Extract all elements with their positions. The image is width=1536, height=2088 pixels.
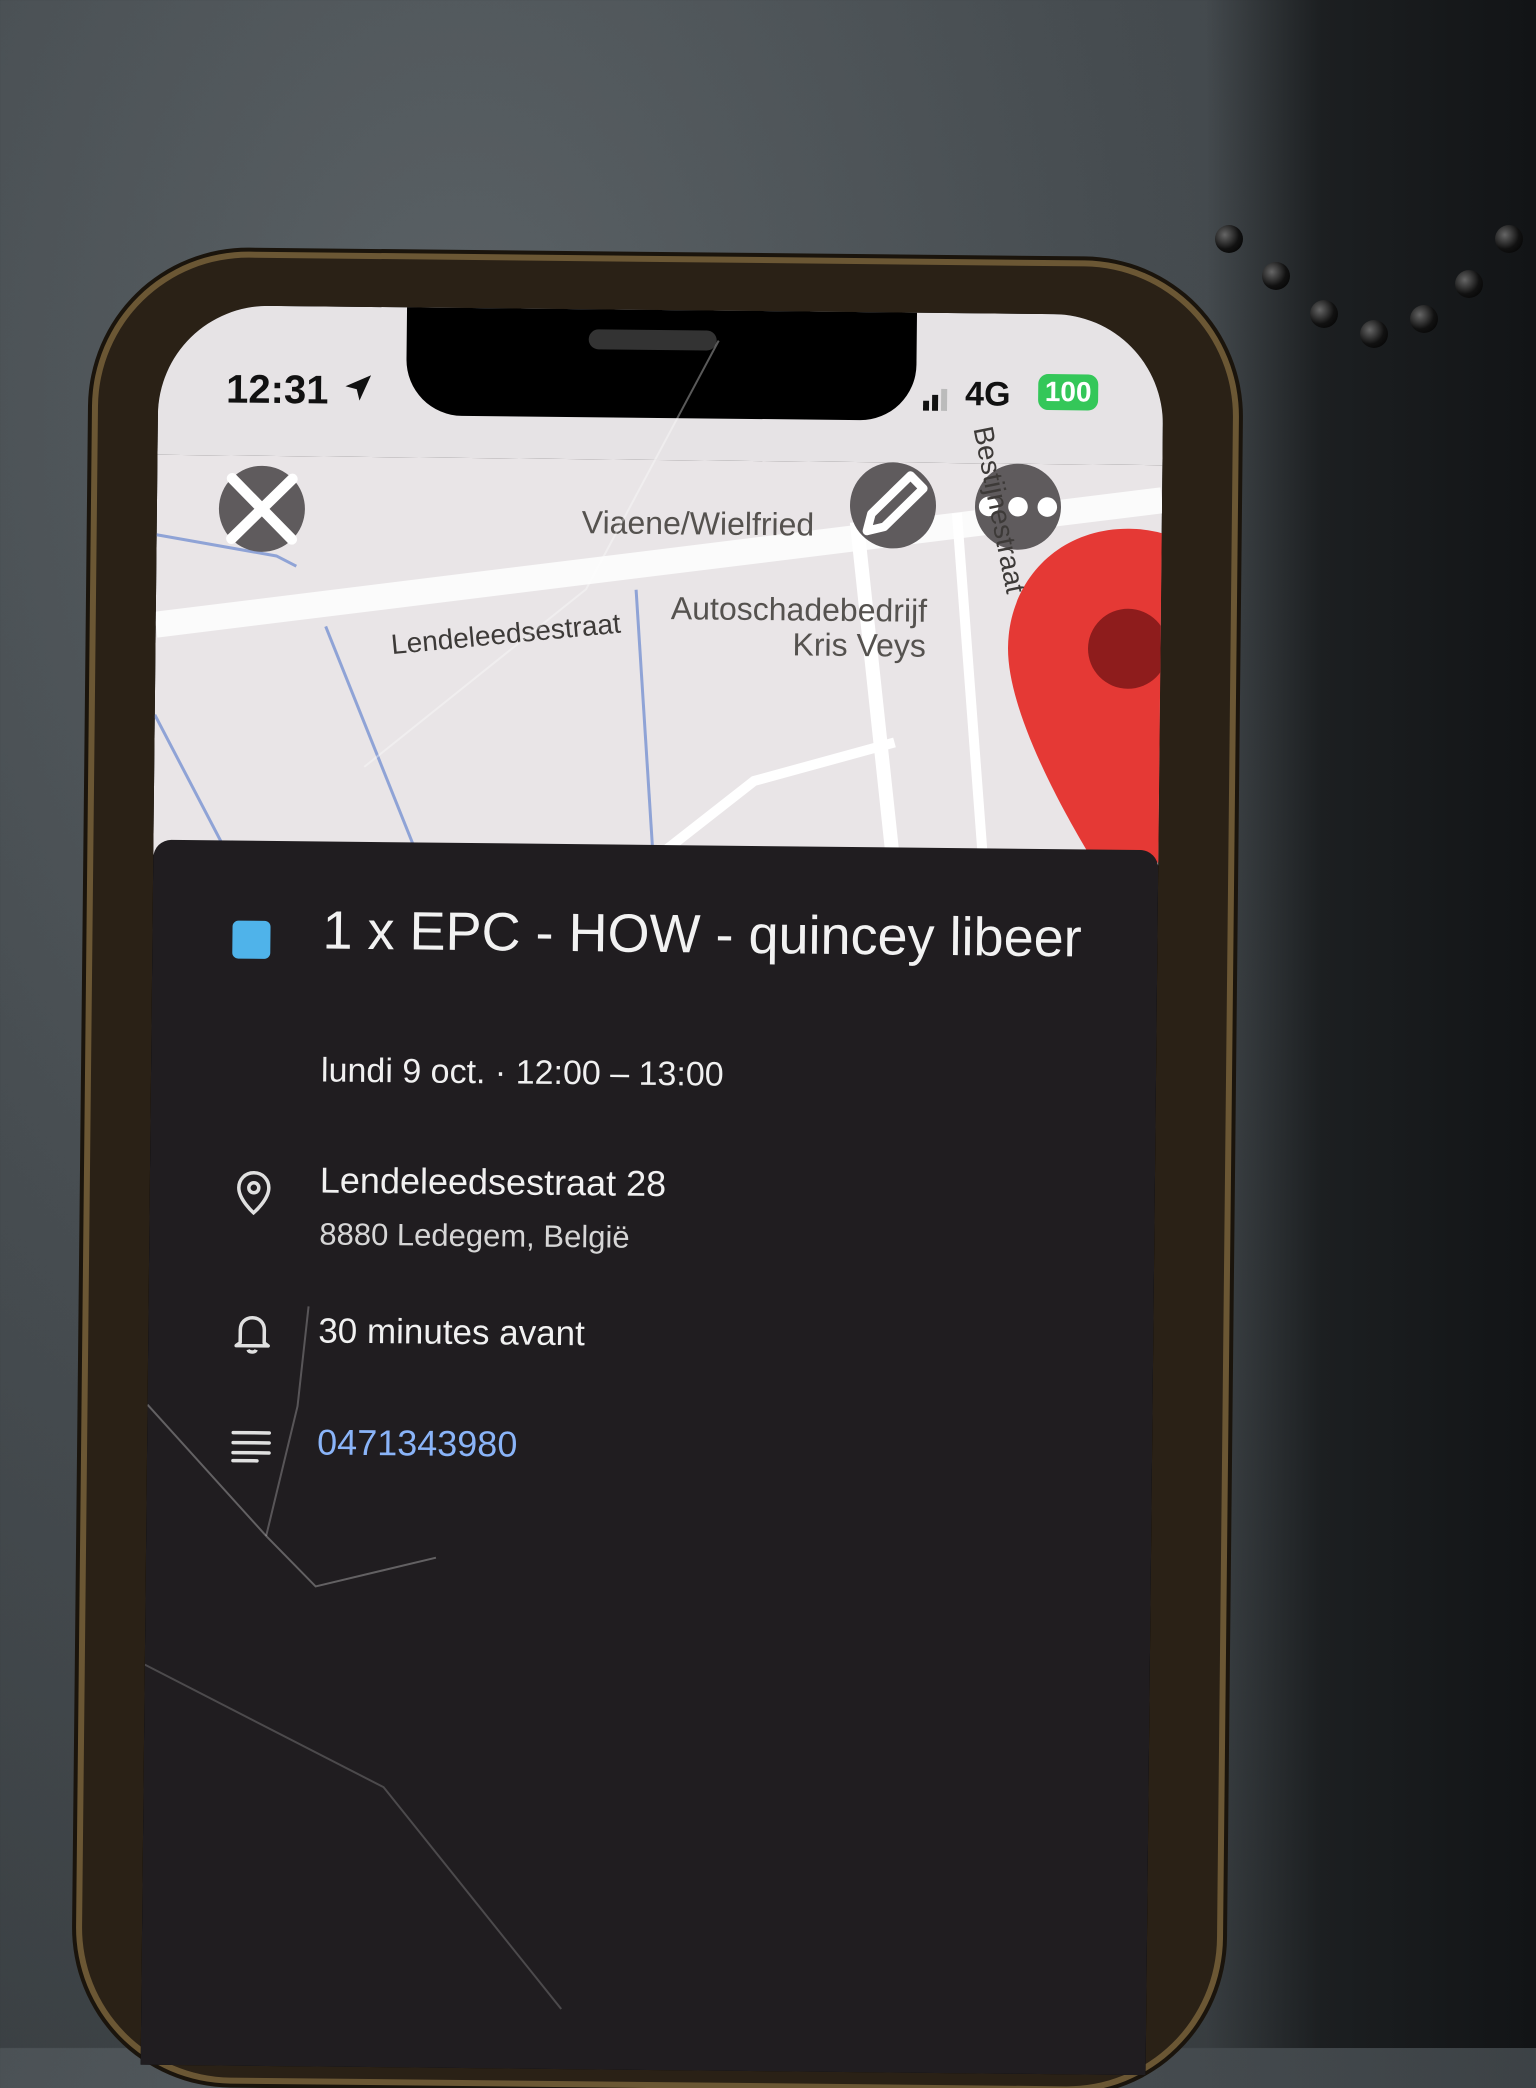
poi-label-autoschade-line1[interactable]: Autoschadebedrijf <box>671 590 928 630</box>
network-label: 4G <box>964 375 1011 414</box>
bead <box>1455 270 1483 298</box>
bead <box>1215 225 1243 253</box>
background-dark-fabric <box>1206 0 1536 2048</box>
notes-icon <box>231 1430 271 1463</box>
phone-screen: 12:31 4G 100 Viaene/Wielfried Lendeleeds… <box>140 304 1164 2076</box>
event-address-line2[interactable]: 8880 Ledegem, België <box>319 1216 630 1255</box>
event-description-phone-link[interactable]: 0471343980 <box>317 1421 518 1465</box>
event-address-line1[interactable]: Lendeleedsestraat 28 <box>320 1159 667 1205</box>
bead <box>1410 305 1438 333</box>
bead <box>1360 320 1388 348</box>
bell-icon <box>234 1316 270 1354</box>
bead <box>1310 300 1338 328</box>
bead <box>1495 225 1523 253</box>
status-bar: 12:31 4G 100 <box>157 304 1164 466</box>
location-pin-icon <box>237 1171 271 1216</box>
location-arrow-icon <box>345 375 372 401</box>
battery-indicator: 100 <box>1038 373 1099 411</box>
event-color-chip <box>232 920 271 959</box>
bead <box>1262 262 1290 290</box>
event-date-time: lundi 9 oct. · 12:00 – 13:00 <box>320 1051 724 1094</box>
event-details-sheet: 1 x EPC - HOW - quincey libeer lundi 9 o… <box>140 839 1159 2076</box>
notch <box>405 307 918 421</box>
event-reminder: 30 minutes avant <box>318 1311 586 1354</box>
signal-icon <box>922 388 948 411</box>
speaker <box>588 329 717 351</box>
map-view[interactable]: Viaene/Wielfried Lendeleedsestraat Autos… <box>153 424 1164 911</box>
status-time: 12:31 <box>225 367 329 413</box>
phone-device: 12:31 4G 100 Viaene/Wielfried Lendeleeds… <box>80 256 1235 2088</box>
poi-label-autoschade-line2[interactable]: Kris Veys <box>792 626 926 664</box>
event-title: 1 x EPC - HOW - quincey libeer <box>322 900 1083 969</box>
close-button[interactable] <box>218 465 306 553</box>
close-icon <box>226 473 298 545</box>
